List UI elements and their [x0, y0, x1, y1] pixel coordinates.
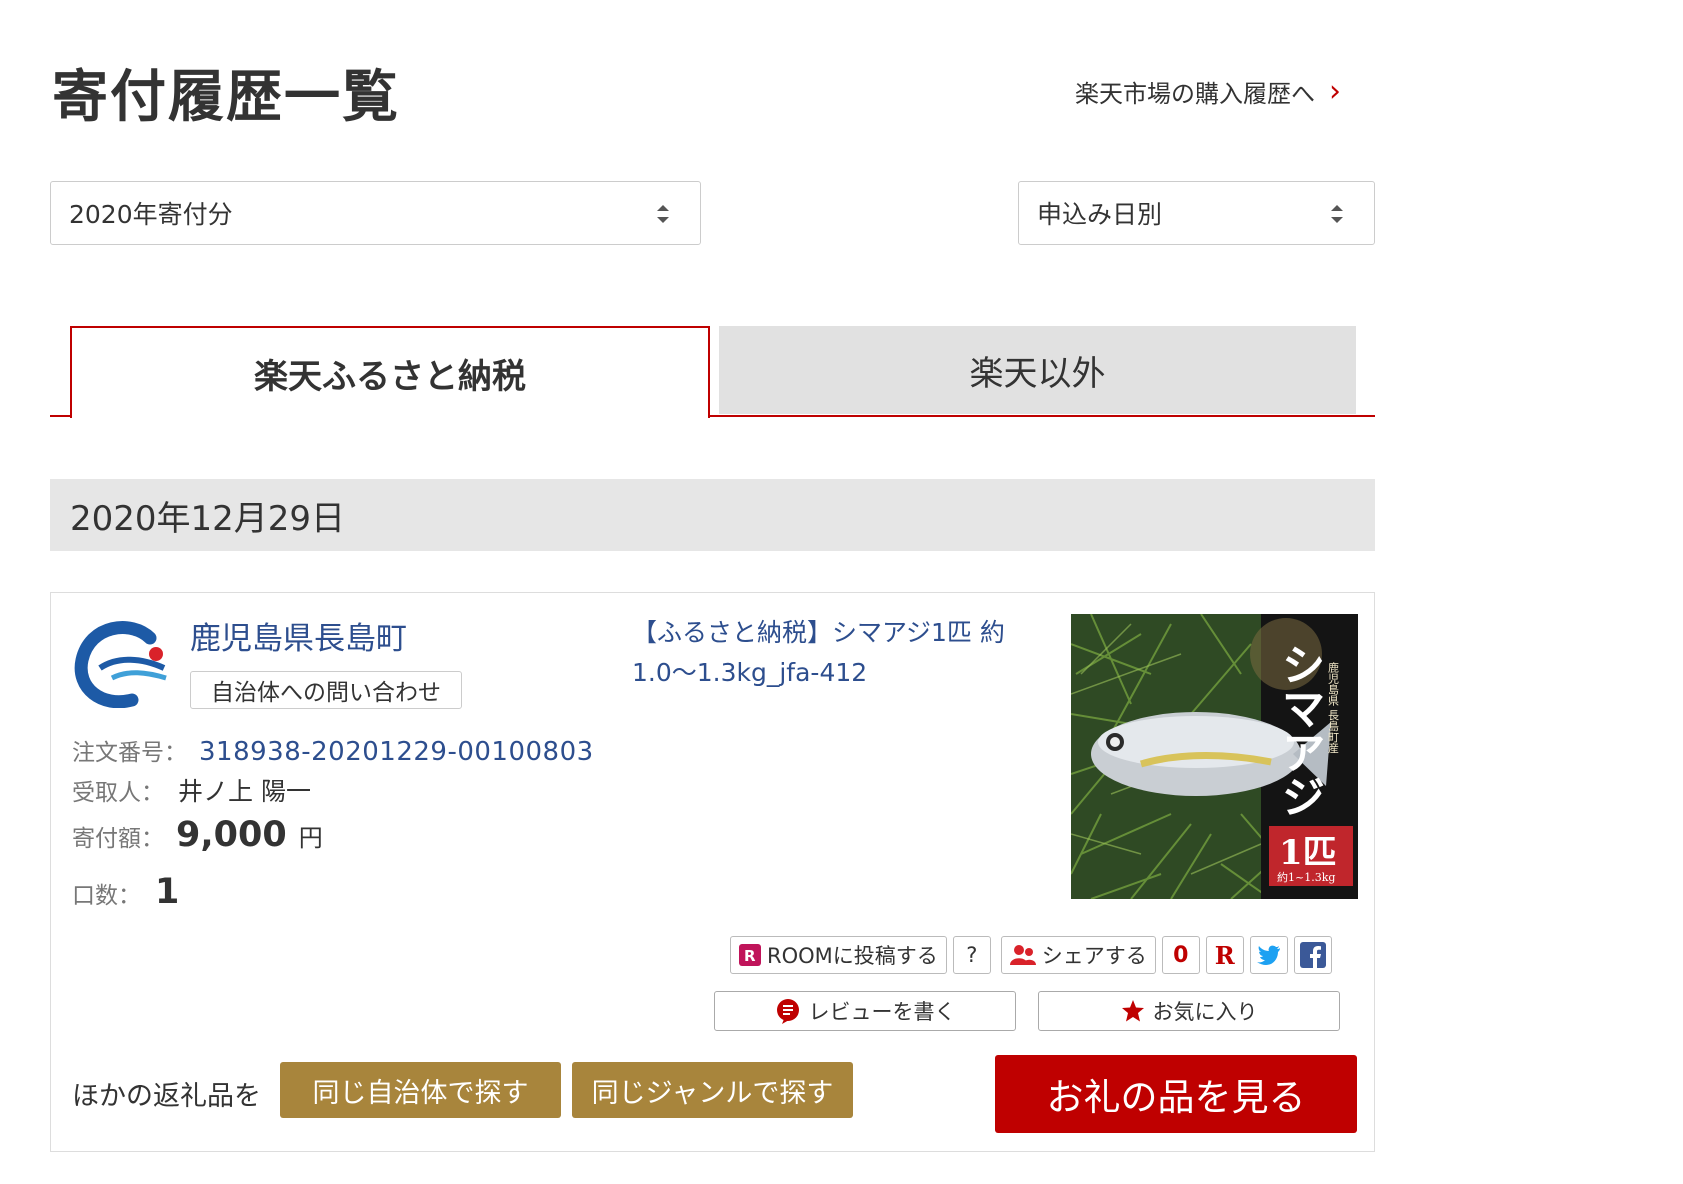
star-icon: [1121, 1000, 1144, 1022]
order-number-link[interactable]: 318938-20201229-00100803: [199, 737, 594, 767]
sort-arrows-icon: [1331, 205, 1343, 223]
twitter-bird-icon: [1256, 945, 1280, 965]
year-select[interactable]: 2020年寄付分: [50, 181, 701, 245]
product-image[interactable]: 鹿児島県 長島町産 シマアジ 1匹 約1~1.3kg: [1071, 614, 1358, 899]
room-post-button[interactable]: R ROOMに投稿する: [730, 936, 947, 974]
twitter-share-button[interactable]: [1249, 936, 1288, 974]
room-help-button[interactable]: ?: [952, 936, 991, 974]
view-gift-button[interactable]: お礼の品を見る: [995, 1055, 1357, 1133]
recipient-row: 受取人： 井ノ上 陽一: [72, 772, 311, 808]
rakuten-r-icon: R: [1214, 940, 1235, 970]
rakuten-room-icon: R: [739, 944, 761, 966]
social-row: R ROOMに投稿する ? シェアする 0 R: [730, 936, 1332, 974]
facebook-icon: [1299, 942, 1326, 968]
image-origin-text: 鹿児島県 長島町産: [1327, 661, 1340, 754]
rakuten-share-button[interactable]: R: [1205, 936, 1244, 974]
municipality-name-link[interactable]: 鹿児島県長島町: [190, 613, 407, 658]
tab-rakuten-furusato[interactable]: 楽天ふるさと納税: [70, 326, 710, 418]
share-button[interactable]: シェアする: [1000, 936, 1156, 974]
room-post-label: ROOMに投稿する: [767, 944, 938, 968]
order-number-row: 注文番号： 318938-20201229-00100803: [72, 733, 594, 767]
recipient-label: 受取人：: [72, 780, 164, 806]
people-icon: [1009, 945, 1036, 965]
share-count: 0: [1161, 936, 1200, 974]
order-number-label: 注文番号：: [72, 740, 187, 766]
sort-arrows-icon: [657, 205, 669, 223]
same-municipality-button[interactable]: 同じ自治体で探す: [280, 1062, 561, 1118]
quantity-label: 口数：: [72, 883, 141, 909]
write-review-button[interactable]: レビューを書く: [714, 991, 1016, 1031]
same-genre-button[interactable]: 同じジャンルで探す: [572, 1062, 853, 1118]
product-title-link[interactable]: 【ふるさと納税】シマアジ1匹 約1.0～1.3kg_jfa-412: [632, 613, 1012, 693]
favorite-label: お気に入り: [1152, 1000, 1258, 1024]
image-count-text: 1匹: [1279, 833, 1337, 873]
facebook-share-button[interactable]: [1293, 936, 1332, 974]
sort-select[interactable]: 申込み日別: [1018, 181, 1375, 245]
other-gifts-label: ほかの返礼品を: [72, 1081, 261, 1112]
rakuten-market-history-link[interactable]: 楽天市場の購入履歴へ ›: [1075, 74, 1341, 109]
chevron-right-icon: ›: [1329, 73, 1341, 109]
image-weight-text: 約1~1.3kg: [1277, 870, 1335, 884]
quantity-value: 1: [155, 872, 180, 912]
write-review-label: レビューを書く: [808, 1000, 956, 1024]
svg-text:R: R: [744, 947, 756, 965]
tab-non-rakuten[interactable]: 楽天以外: [719, 326, 1356, 414]
amount-value: 9,000: [176, 815, 287, 855]
amount-unit: 円: [298, 824, 323, 852]
review-speech-icon: [776, 999, 799, 1024]
favorite-button[interactable]: お気に入り: [1038, 991, 1340, 1031]
share-label: シェアする: [1041, 944, 1147, 968]
year-select-value: 2020年寄付分: [69, 200, 233, 229]
recipient-value: 井ノ上 陽一: [178, 777, 311, 806]
contact-municipality-button[interactable]: 自治体への問い合わせ: [190, 671, 462, 709]
market-link-label: 楽天市場の購入履歴へ: [1075, 80, 1315, 108]
image-title-text: シマアジ: [1274, 642, 1325, 818]
quantity-row: 口数： 1: [72, 872, 179, 912]
date-group-header: 2020年12月29日: [50, 479, 1375, 551]
page-title: 寄付履歴一覧: [52, 65, 400, 130]
sort-select-value: 申込み日別: [1037, 200, 1163, 229]
municipality-logo: [74, 621, 167, 708]
amount-label: 寄付額：: [72, 826, 164, 852]
amount-row: 寄付額： 9,000 円: [72, 815, 323, 855]
action-row: レビューを書く お気に入り: [714, 991, 1340, 1031]
